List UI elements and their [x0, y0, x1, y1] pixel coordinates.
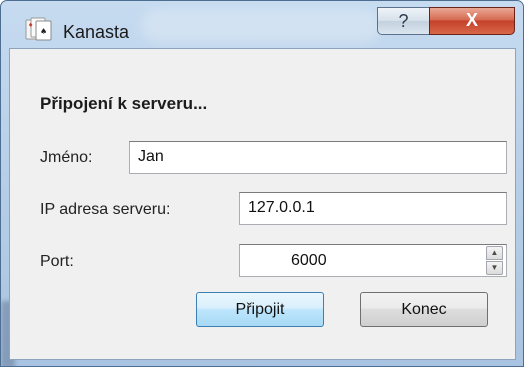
port-spinner[interactable]: ▲ ▼ — [486, 246, 503, 275]
port-label: Port: — [40, 253, 74, 270]
close-button[interactable]: X — [429, 7, 515, 35]
ip-input[interactable]: 127.0.0.1 — [239, 192, 507, 225]
svg-text:♠: ♠ — [40, 27, 47, 36]
cards-icon: ♦ ♠ — [25, 17, 52, 41]
spin-down-arrow-icon[interactable]: ▼ — [486, 261, 503, 275]
title-bar[interactable]: ♦ ♠ Kanasta ? X — [1, 1, 523, 43]
name-input[interactable]: Jan — [129, 141, 507, 174]
spin-up-arrow-icon[interactable]: ▲ — [486, 246, 503, 260]
dialog-window: ♦ ♠ Kanasta ? X Připojení k serveru... J… — [0, 0, 524, 367]
help-button[interactable]: ? — [377, 7, 430, 35]
dialog-heading: Připojení k serveru... — [40, 94, 208, 113]
name-label: Jméno: — [40, 149, 93, 166]
dialog-body: Připojení k serveru... Jméno: Jan IP adr… — [9, 48, 516, 360]
quit-button[interactable]: Konec — [360, 292, 488, 327]
window-title: Kanasta — [63, 22, 130, 42]
connect-button[interactable]: Připojit — [196, 292, 324, 327]
port-spinbox[interactable]: 6000 ▲ ▼ — [239, 244, 507, 277]
svg-text:♦: ♦ — [28, 22, 33, 29]
ip-label: IP adresa serveru: — [40, 201, 171, 218]
port-value: 6000 — [291, 252, 327, 269]
